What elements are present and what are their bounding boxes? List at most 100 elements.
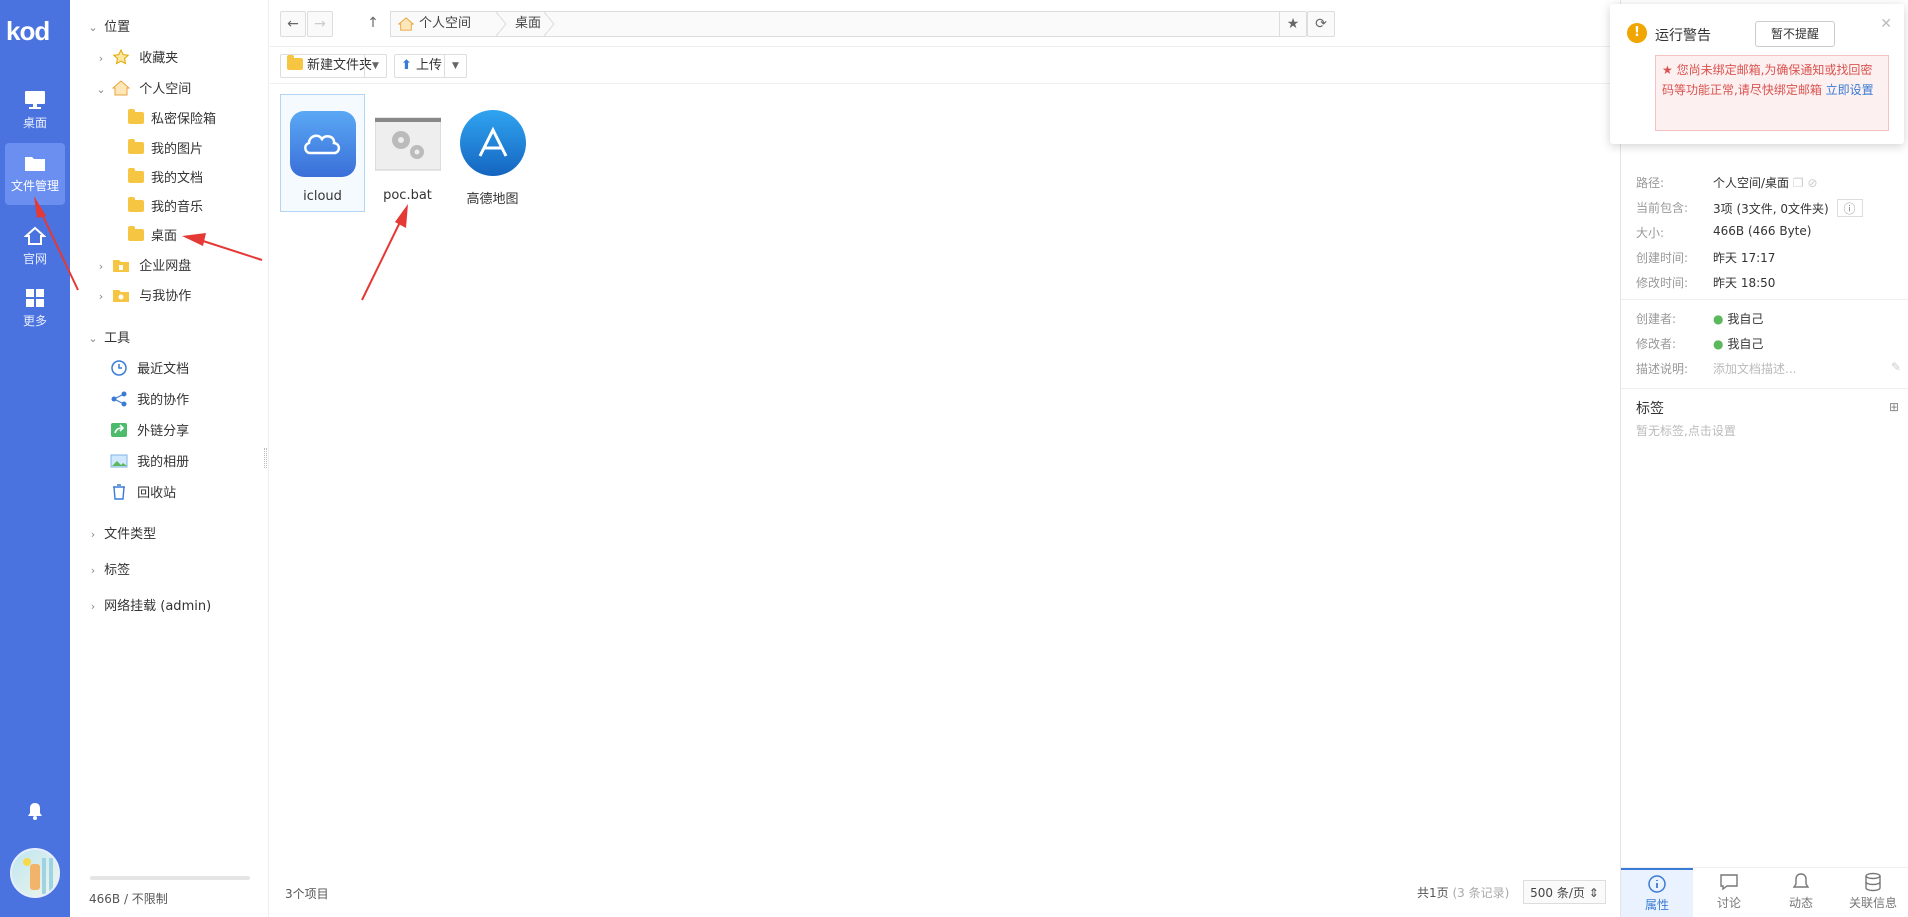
shared-folder-icon xyxy=(113,290,130,302)
user-avatar[interactable] xyxy=(10,848,60,898)
rail-desktop[interactable]: 桌面 xyxy=(5,80,65,142)
tree-item-my-pictures[interactable]: 我的图片 xyxy=(128,138,203,162)
tree-tools-label: 工具 xyxy=(104,331,131,346)
trash-icon xyxy=(113,484,125,500)
folder-icon xyxy=(25,157,45,171)
tree-item-collab[interactable]: › 与我协作 xyxy=(94,285,192,309)
chevron-right-icon: › xyxy=(98,52,104,65)
prop-contains: 3项 (3文件, 0文件夹) ⓘ xyxy=(1713,199,1863,217)
rail-file-manager[interactable]: 文件管理 xyxy=(5,143,65,205)
tags-empty-hint[interactable]: 暂无标签,点击设置 xyxy=(1636,422,1736,439)
add-tag-icon[interactable]: ⊞ xyxy=(1889,400,1899,414)
chevron-right-icon: › xyxy=(90,600,96,613)
tree-network-mount[interactable]: › 网络挂载 (admin) xyxy=(86,595,211,619)
tree-tool-album[interactable]: 我的相册 xyxy=(110,451,189,475)
toolbar: 新建文件夹 ▼ ⬆ 上传 ▼ xyxy=(270,47,1620,84)
arrow-up-icon: ↑ xyxy=(367,15,379,31)
tree-tool-label: 回收站 xyxy=(137,486,177,501)
rail-more[interactable]: 更多 xyxy=(5,278,65,340)
prop-creator: ● 我自己 xyxy=(1713,310,1763,327)
tree-tool-recycle-bin[interactable]: 回收站 xyxy=(110,482,176,506)
bell-icon[interactable] xyxy=(24,800,46,822)
quota-text: 466B / 不限制 xyxy=(89,892,168,906)
tree-item-private-safe[interactable]: 私密保险箱 xyxy=(128,108,216,132)
file-item-amap[interactable]: 高德地图 xyxy=(450,94,535,212)
chevron-right-icon: › xyxy=(90,564,96,577)
tree-tools-header[interactable]: ⌄ 工具 xyxy=(86,327,130,351)
tree-item-favorites[interactable]: › 收藏夹 xyxy=(94,47,178,71)
warning-message: ★ 您尚未绑定邮箱,为确保通知或找回密码等功能正常,请尽快绑定邮箱 立即设置 xyxy=(1655,55,1889,131)
tab-properties[interactable]: 属性 xyxy=(1621,868,1693,917)
edit-pencil-icon[interactable]: ✎ xyxy=(1891,360,1901,374)
upload-arrow-icon: ⬆ xyxy=(401,58,412,73)
dismiss-reminder-button[interactable]: 暂不提醒 xyxy=(1755,21,1835,47)
tree-file-types[interactable]: › 文件类型 xyxy=(86,523,156,547)
tree-tool-recent[interactable]: 最近文档 xyxy=(110,358,189,382)
tree-item-personal-space[interactable]: ⌄ 个人空间 xyxy=(94,78,191,102)
rail-official-site-label: 官网 xyxy=(22,252,47,266)
file-name: 高德地图 xyxy=(466,192,519,207)
warning-title: 运行警告 xyxy=(1655,28,1711,44)
divider xyxy=(1621,388,1908,389)
tree-tool-label: 最近文档 xyxy=(137,362,190,377)
tree-collab-label: 与我协作 xyxy=(139,289,192,304)
tree-item-desktop[interactable]: 桌面 xyxy=(128,225,177,249)
tree-tags[interactable]: › 标签 xyxy=(86,559,130,583)
info-icon[interactable]: ⓘ xyxy=(1836,199,1863,217)
description-input[interactable]: 添加文档描述... xyxy=(1713,360,1893,377)
favorite-button[interactable]: ★ xyxy=(1279,11,1307,37)
tree-favorites-label: 收藏夹 xyxy=(139,51,179,66)
tab-activity[interactable]: 动态 xyxy=(1765,868,1837,917)
setup-now-link[interactable]: 立即设置 xyxy=(1826,83,1874,97)
tree-tool-external-share[interactable]: 外链分享 xyxy=(110,420,189,444)
user-avatar-icon: ● xyxy=(1713,312,1724,326)
home-icon xyxy=(398,17,414,31)
app-logo[interactable]: kod xyxy=(6,16,50,47)
star-icon xyxy=(112,49,130,65)
per-page-value: 500 条/页 xyxy=(1530,886,1585,900)
forward-button[interactable]: → xyxy=(307,11,333,37)
upload-label: 上传 xyxy=(416,58,443,73)
prop-modified: 昨天 18:50 xyxy=(1713,276,1776,290)
tree-item-enterprise-drive[interactable]: › 企业网盘 xyxy=(94,255,192,279)
tree-item-label: 私密保险箱 xyxy=(151,112,217,127)
refresh-button[interactable]: ⟳ xyxy=(1307,11,1335,37)
file-item-icloud[interactable]: icloud xyxy=(280,94,365,212)
new-folder-label: 新建文件夹 xyxy=(307,58,373,73)
panel-resize-handle[interactable] xyxy=(264,448,267,468)
back-button[interactable]: ← xyxy=(280,11,306,37)
chevron-down-icon[interactable]: ▼ xyxy=(364,55,386,77)
copy-icon[interactable]: ❐ xyxy=(1793,176,1804,190)
new-folder-button[interactable]: 新建文件夹 ▼ xyxy=(280,54,387,78)
per-page-select[interactable]: 500 条/页 ⇕ xyxy=(1523,880,1606,904)
breadcrumb-item[interactable]: 桌面 xyxy=(515,12,541,36)
tree-tool-label: 我的协作 xyxy=(137,393,190,408)
tab-discussion[interactable]: 讨论 xyxy=(1693,868,1765,917)
breadcrumb-item[interactable]: 个人空间 xyxy=(419,12,471,36)
upload-button[interactable]: ⬆ 上传 ▼ xyxy=(394,54,467,78)
home-icon xyxy=(24,226,46,245)
tab-related-info[interactable]: 关联信息 xyxy=(1837,868,1908,917)
file-item-poc-bat[interactable]: poc.bat xyxy=(365,94,450,212)
pagination: 共1页 (3 条记录) 500 条/页 ⇕ xyxy=(1417,880,1606,906)
divider xyxy=(1621,299,1908,300)
file-name: poc.bat xyxy=(383,188,432,203)
prop-modifier-value: 我自己 xyxy=(1727,337,1764,351)
tree-tool-collab[interactable]: 我的协作 xyxy=(110,389,189,413)
close-icon[interactable]: ✕ xyxy=(1880,16,1892,32)
home-icon xyxy=(112,80,131,96)
tab-label: 属性 xyxy=(1644,898,1669,912)
tree-item-my-documents[interactable]: 我的文档 xyxy=(128,167,203,191)
tree-enterprise-label: 企业网盘 xyxy=(139,259,192,274)
rail-official-site[interactable]: 官网 xyxy=(5,216,65,278)
chevron-down-icon[interactable]: ▼ xyxy=(444,55,466,77)
tree-item-my-music[interactable]: 我的音乐 xyxy=(128,196,203,220)
link-icon[interactable]: ⊘ xyxy=(1807,176,1817,190)
up-button[interactable]: ↑ xyxy=(360,11,386,37)
tree-tool-label: 我的相册 xyxy=(137,455,190,470)
tree-location-header[interactable]: ⌄ 位置 xyxy=(86,16,130,40)
folder-icon xyxy=(128,168,144,183)
tree-item-label: 我的图片 xyxy=(151,142,204,157)
tab-label: 讨论 xyxy=(1716,896,1741,910)
folder-icon xyxy=(128,109,144,124)
